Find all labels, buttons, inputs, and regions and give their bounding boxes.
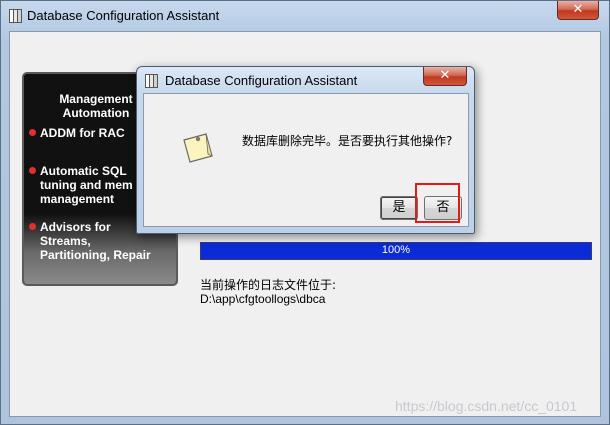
log-path: D:\app\cfgtoollogs\dbca	[200, 292, 326, 306]
bullet-dot-icon	[29, 129, 36, 136]
dbca-app-icon	[145, 73, 161, 89]
log-location-label: 当前操作的日志文件位于:	[200, 278, 337, 292]
note-icon	[183, 133, 213, 163]
progress-bar: 100%	[200, 242, 592, 260]
dialog-message: 数据库删除完毕。是否要执行其他操作?	[242, 134, 453, 148]
dialog-title: Database Configuration Assistant	[165, 73, 358, 88]
dbca-app-icon	[9, 8, 25, 24]
progress-label: 100%	[381, 244, 411, 256]
panel-bullet-addm: ADDM for RAC	[29, 126, 125, 140]
close-icon: ✕	[572, 2, 584, 17]
yes-button[interactable]: 是	[380, 196, 418, 220]
panel-bullet-sql-tuning: Automatic SQL tuning and mem management	[29, 164, 133, 206]
bullet-dot-icon	[29, 167, 36, 174]
main-window-title: Database Configuration Assistant	[27, 8, 220, 23]
close-icon: ✕	[439, 68, 451, 83]
main-close-button[interactable]: ✕	[557, 1, 599, 20]
panel-bullet-advisors: Advisors for Streams, Partitioning, Repa…	[29, 220, 151, 262]
no-button-highlight	[415, 183, 460, 223]
bullet-dot-icon	[29, 223, 36, 230]
dialog-close-button[interactable]: ✕	[423, 67, 467, 86]
watermark: https://blog.csdn.net/cc_0101	[395, 398, 578, 414]
main-titlebar[interactable]: Database Configuration Assistant	[1, 1, 609, 31]
